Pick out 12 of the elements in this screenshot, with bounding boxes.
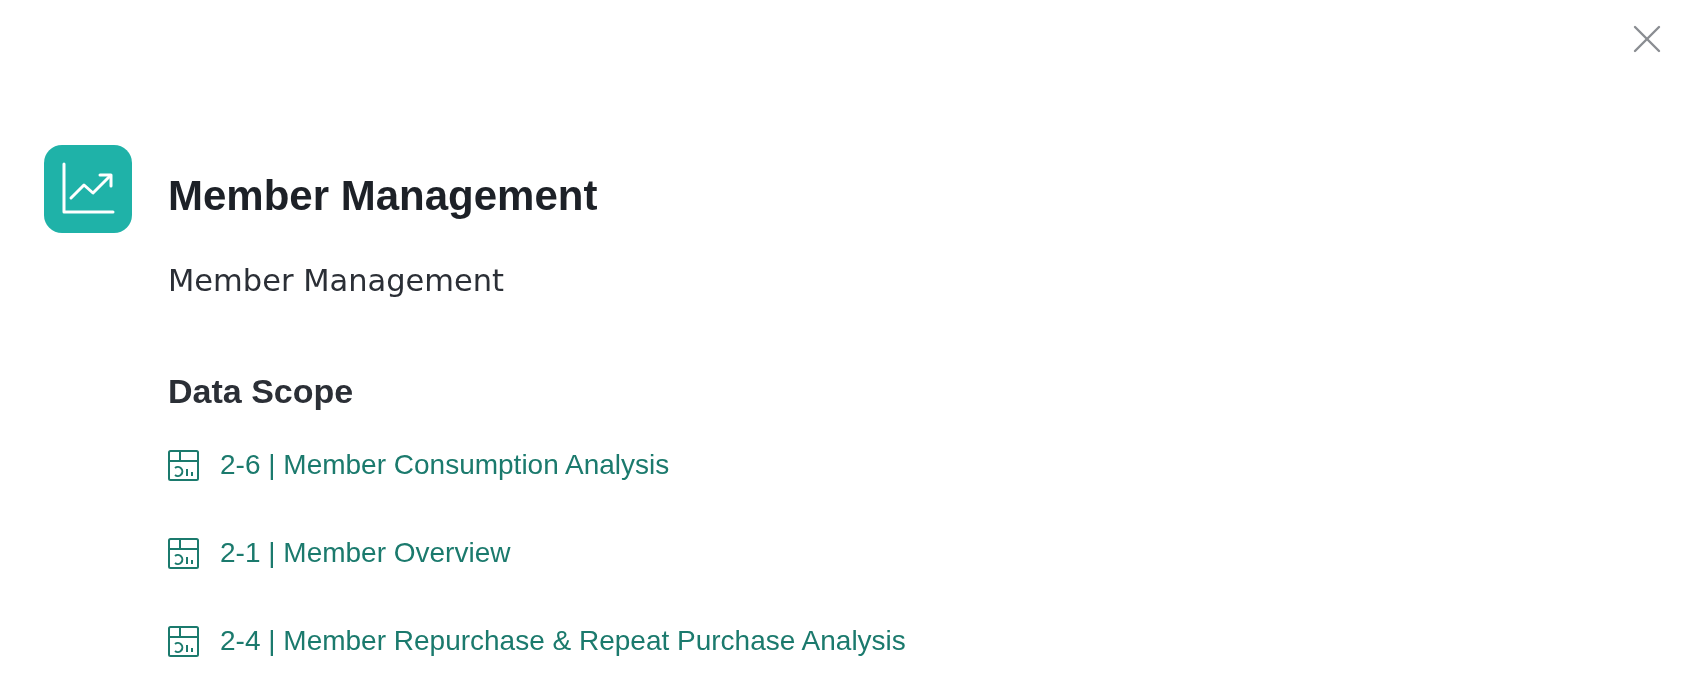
app-subtitle: Member Management — [168, 262, 505, 300]
report-link[interactable]: 2-1 | Member Overview — [220, 535, 511, 571]
report-icon — [168, 449, 199, 481]
report-link[interactable]: 2-4 | Member Repurchase & Repeat Purchase Analysis — [220, 623, 906, 659]
section-heading: Data Scope — [168, 371, 354, 411]
line-chart-app-icon — [44, 145, 132, 233]
close-icon — [1633, 25, 1661, 53]
report-icon — [168, 537, 199, 569]
app-title: Member Management — [168, 172, 598, 220]
report-icon — [168, 625, 199, 657]
report-link[interactable]: 2-6 | Member Consumption Analysis — [220, 447, 670, 483]
close-button[interactable] — [1632, 24, 1662, 54]
